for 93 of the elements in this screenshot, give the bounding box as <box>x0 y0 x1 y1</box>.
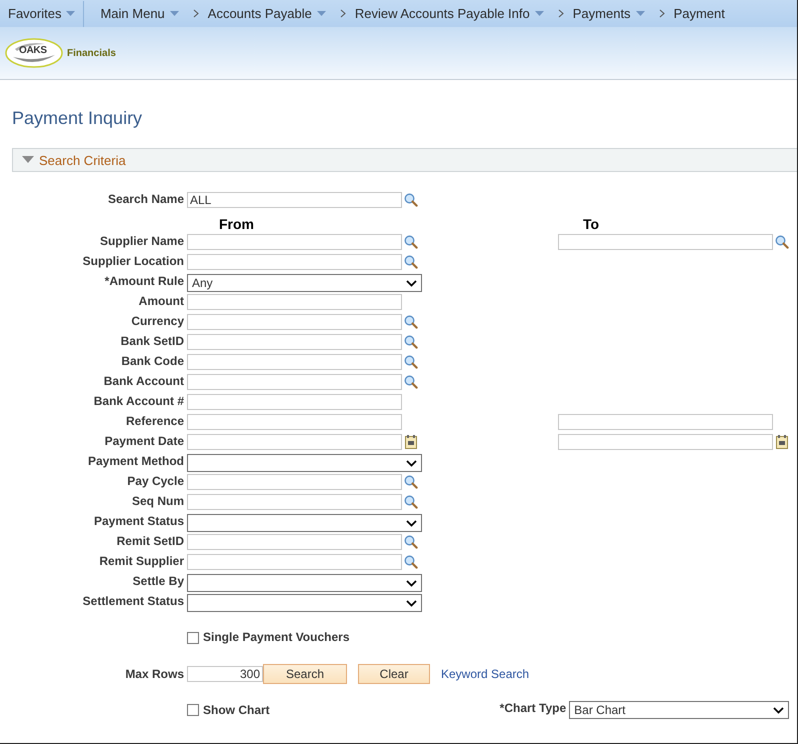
search-button[interactable]: Search <box>263 664 347 684</box>
text-field[interactable]: ALL <box>187 192 402 208</box>
dropdown-field[interactable] <box>187 574 422 592</box>
keyword-search-link[interactable]: Keyword Search <box>441 667 530 681</box>
field-label: Search Name <box>106 192 184 206</box>
text-field[interactable] <box>187 394 402 410</box>
dropdown-field[interactable]: Any <box>187 274 422 292</box>
text-field[interactable] <box>558 414 773 430</box>
text-field[interactable] <box>187 474 402 490</box>
search-icon[interactable] <box>404 535 418 549</box>
breadcrumb-link[interactable]: Payment <box>674 6 725 21</box>
text-field[interactable] <box>187 354 402 370</box>
logo-icon <box>5 38 63 68</box>
logo-text: OAKS <box>19 45 47 56</box>
field-label: Max Rows <box>124 666 184 681</box>
field-label: Currency <box>130 314 184 328</box>
search-icon[interactable] <box>404 255 418 269</box>
field-label: Payment Status <box>92 514 184 528</box>
breadcrumb-link[interactable]: Favorites <box>8 6 76 21</box>
field-label: Bank Account <box>102 374 184 388</box>
chevron-icon <box>558 9 564 18</box>
text-field[interactable] <box>187 314 402 330</box>
checkbox-label: Show Chart <box>203 703 270 717</box>
section-title: Search Criteria <box>39 152 126 168</box>
search-icon[interactable] <box>775 235 789 249</box>
column-heading: To <box>583 216 600 232</box>
dropdown-field[interactable]: Bar Chart <box>569 701 790 719</box>
column-heading: From <box>219 216 254 232</box>
chevron-down-icon <box>406 600 417 606</box>
field-label: Supplier Name <box>98 234 184 248</box>
field-label: Payment Method <box>86 454 184 468</box>
text-field[interactable] <box>187 534 402 550</box>
checkbox[interactable] <box>187 632 199 644</box>
field-label: *Amount Rule <box>104 274 184 288</box>
search-icon[interactable] <box>404 355 418 369</box>
breadcrumb-link[interactable]: Payments <box>572 6 645 21</box>
search-icon[interactable] <box>404 475 418 489</box>
field-label: Reference <box>124 414 184 428</box>
chevron-down-icon <box>773 706 784 714</box>
field-label: *Chart Type <box>500 701 566 715</box>
collapse-triangle-icon[interactable] <box>22 156 34 164</box>
text-field[interactable] <box>558 234 773 250</box>
chevron-down-icon <box>406 460 417 466</box>
text-field[interactable] <box>187 294 402 310</box>
chevron-down-icon <box>406 580 417 586</box>
checkbox[interactable] <box>187 704 199 716</box>
date-field[interactable] <box>558 434 773 450</box>
chevron-down-icon <box>406 520 417 526</box>
dropdown-field[interactable] <box>187 454 422 472</box>
text-field[interactable] <box>187 334 402 350</box>
chevron-icon <box>340 9 346 18</box>
chevron-down-icon <box>406 280 417 286</box>
field-label: Pay Cycle <box>126 474 184 488</box>
field-label: Bank Code <box>120 354 184 368</box>
text-field[interactable] <box>187 554 402 570</box>
field-label: Bank SetID <box>120 334 184 348</box>
field-label: Settlement Status <box>82 594 184 608</box>
field-label: Settle By <box>132 574 184 588</box>
chevron-icon <box>658 9 665 18</box>
field-label: Amount <box>138 294 184 308</box>
dropdown-field[interactable] <box>187 594 422 612</box>
search-icon[interactable] <box>404 335 418 349</box>
search-icon[interactable] <box>404 495 418 509</box>
breadcrumb-link[interactable]: Review Accounts Payable Info <box>354 6 544 21</box>
field-label: Supplier Location <box>82 254 184 268</box>
breadcrumb-link[interactable]: Main Menu <box>100 6 179 21</box>
field-label: Remit SetID <box>116 534 184 548</box>
search-icon[interactable] <box>404 375 418 389</box>
page-title: Payment Inquiry <box>12 107 144 129</box>
text-field[interactable] <box>187 494 402 510</box>
search-icon[interactable] <box>404 235 418 249</box>
field-label: Remit Supplier <box>98 554 184 568</box>
calendar-icon[interactable] <box>405 435 417 449</box>
date-field[interactable] <box>187 434 402 450</box>
search-icon[interactable] <box>404 315 418 329</box>
chevron-icon <box>192 9 199 18</box>
field-label: Bank Account # <box>92 394 184 408</box>
field-label: Seq Num <box>130 494 184 508</box>
text-field[interactable] <box>187 254 402 270</box>
logo-caption: Financials <box>67 48 116 58</box>
checkbox-label: Single Payment Vouchers <box>203 630 350 644</box>
dropdown-field[interactable] <box>187 514 422 532</box>
search-icon[interactable] <box>404 193 418 207</box>
search-icon[interactable] <box>404 555 418 569</box>
text-field[interactable] <box>187 414 402 430</box>
text-field[interactable] <box>187 234 402 250</box>
field-label: Payment Date <box>104 434 184 448</box>
clear-button[interactable]: Clear <box>358 664 430 684</box>
calendar-icon[interactable] <box>776 435 788 449</box>
text-field[interactable]: 300 <box>187 666 263 682</box>
breadcrumb-link[interactable]: Accounts Payable <box>208 6 326 21</box>
text-field[interactable] <box>187 374 402 390</box>
section-header[interactable]: Search Criteria <box>12 148 797 172</box>
